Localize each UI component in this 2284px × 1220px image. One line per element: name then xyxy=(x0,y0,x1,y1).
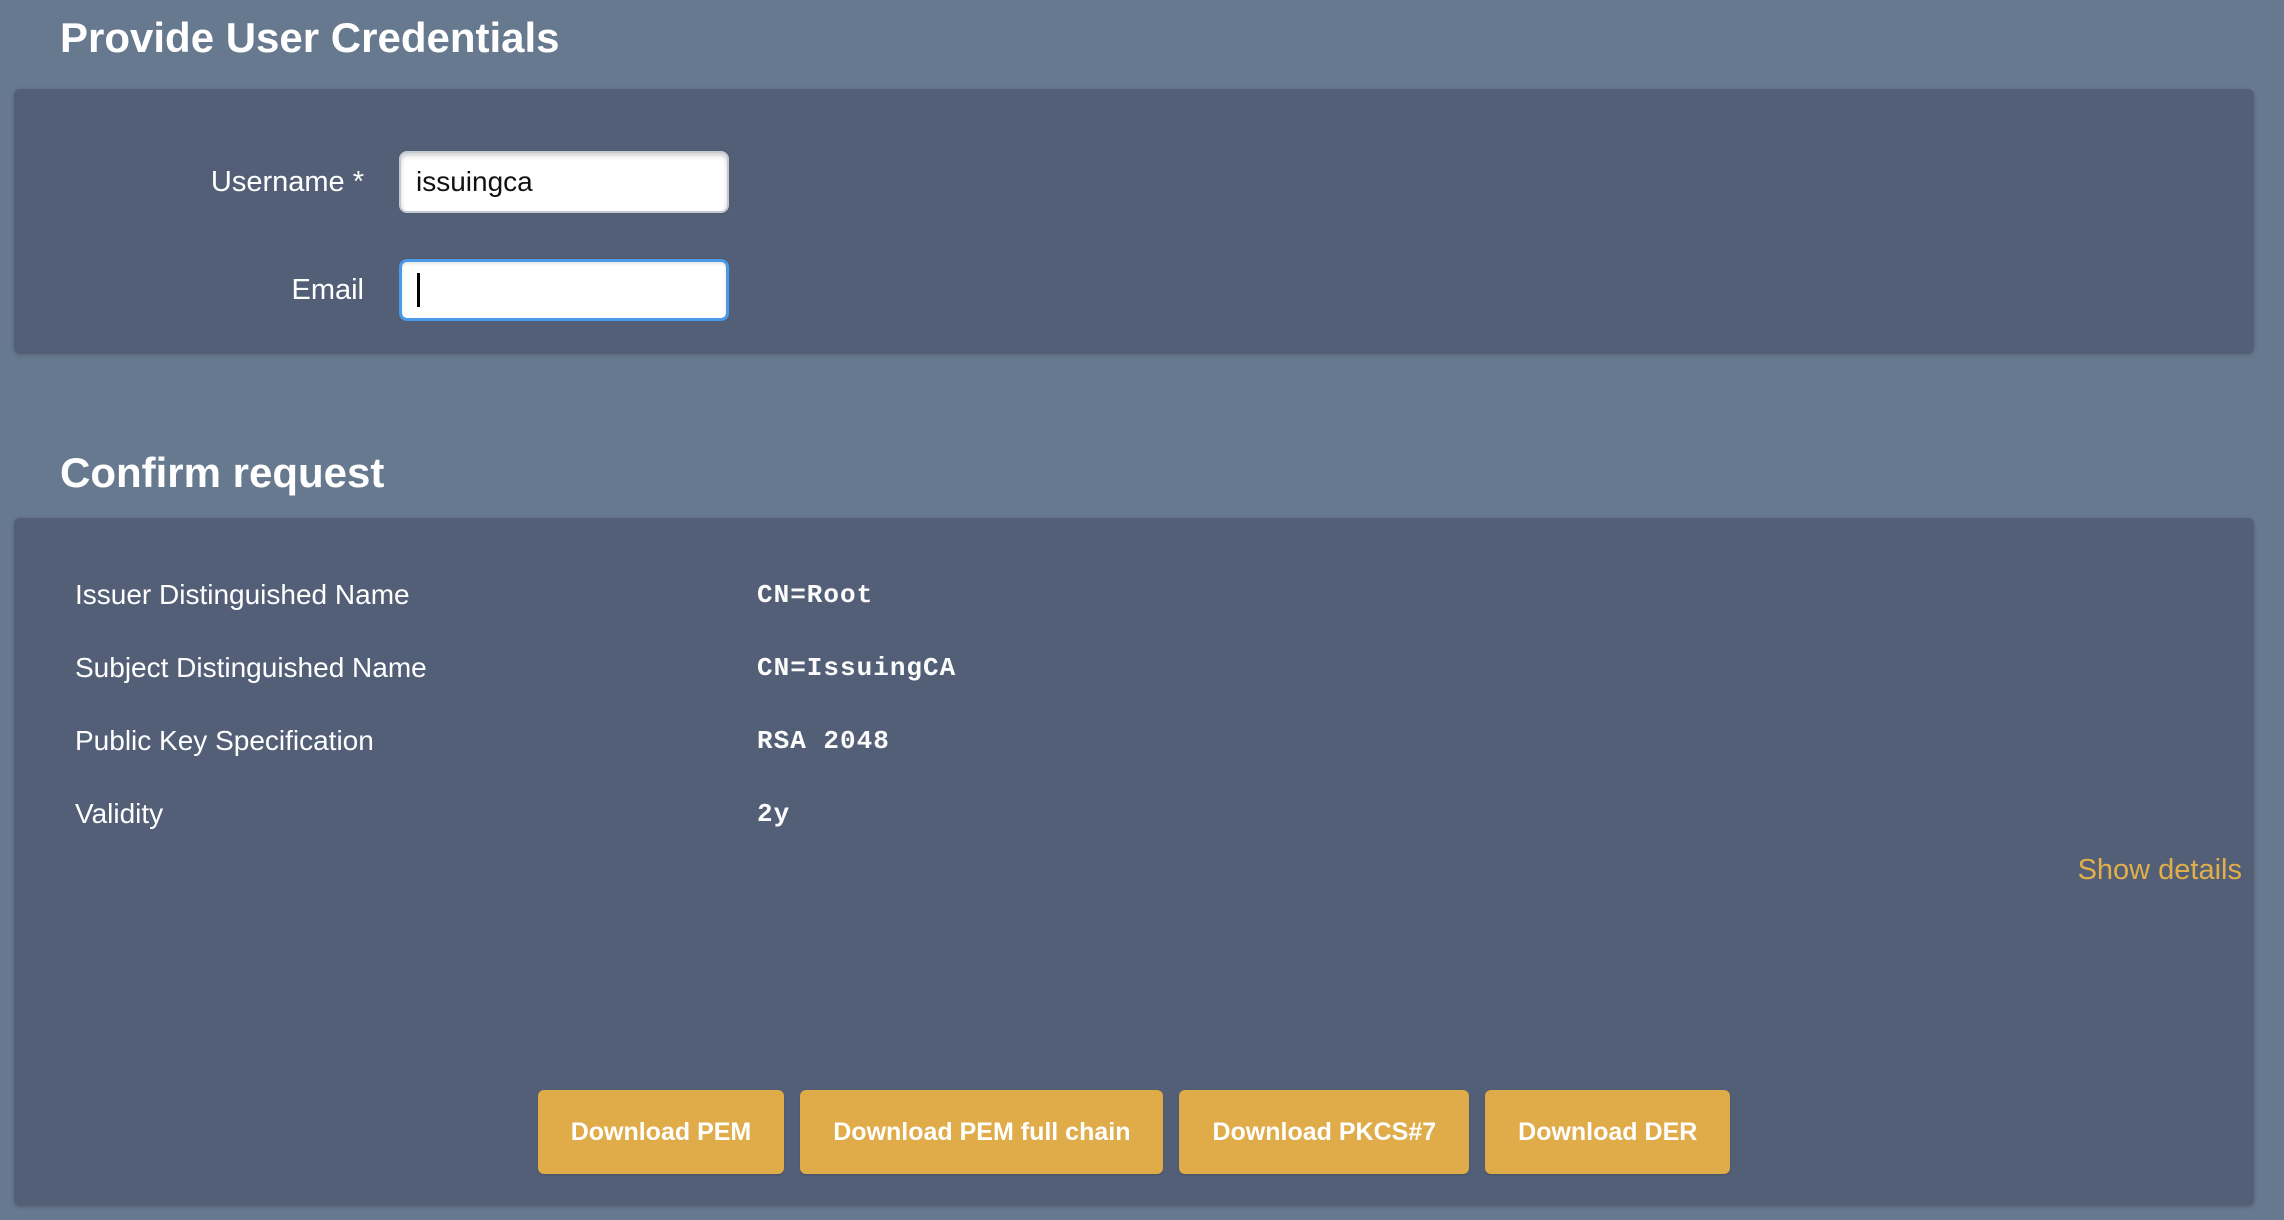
detail-row-issuer-dn: Issuer Distinguished Name CN=Root xyxy=(14,558,2254,631)
detail-row-subject-dn: Subject Distinguished Name CN=IssuingCA xyxy=(14,631,2254,704)
credentials-section-title: Provide User Credentials xyxy=(60,14,2284,62)
credentials-panel: Username * Email xyxy=(14,89,2254,354)
issuer-dn-label: Issuer Distinguished Name xyxy=(75,579,757,611)
download-pkcs7-button[interactable]: Download PKCS#7 xyxy=(1179,1090,1469,1174)
email-label: Email xyxy=(14,274,364,307)
detail-row-public-key-spec: Public Key Specification RSA 2048 xyxy=(14,704,2254,777)
email-field[interactable] xyxy=(399,259,729,321)
text-cursor xyxy=(417,273,420,307)
detail-row-validity: Validity 2y xyxy=(14,777,2254,850)
username-form-row: Username * xyxy=(14,151,2254,213)
public-key-spec-label: Public Key Specification xyxy=(75,725,757,757)
confirm-section-title: Confirm request xyxy=(60,449,2284,497)
email-input-wrap xyxy=(399,259,729,321)
show-details-link[interactable]: Show details xyxy=(2078,854,2242,887)
confirm-request-panel: Issuer Distinguished Name CN=Root Subjec… xyxy=(14,518,2254,1206)
subject-dn-label: Subject Distinguished Name xyxy=(75,652,757,684)
show-details-row: Show details xyxy=(14,850,2254,890)
username-input-wrap xyxy=(399,151,729,213)
validity-value: 2y xyxy=(757,799,790,829)
download-button-row: Download PEM Download PEM full chain Dow… xyxy=(14,1090,2254,1174)
username-input[interactable] xyxy=(399,151,729,213)
public-key-spec-value: RSA 2048 xyxy=(757,726,890,756)
download-der-button[interactable]: Download DER xyxy=(1485,1090,1730,1174)
subject-dn-value: CN=IssuingCA xyxy=(757,653,956,683)
validity-label: Validity xyxy=(75,798,757,830)
download-pem-button[interactable]: Download PEM xyxy=(538,1090,785,1174)
email-form-row: Email xyxy=(14,259,2254,321)
download-pem-full-chain-button[interactable]: Download PEM full chain xyxy=(800,1090,1163,1174)
username-label: Username * xyxy=(14,166,364,199)
issuer-dn-value: CN=Root xyxy=(757,580,873,610)
